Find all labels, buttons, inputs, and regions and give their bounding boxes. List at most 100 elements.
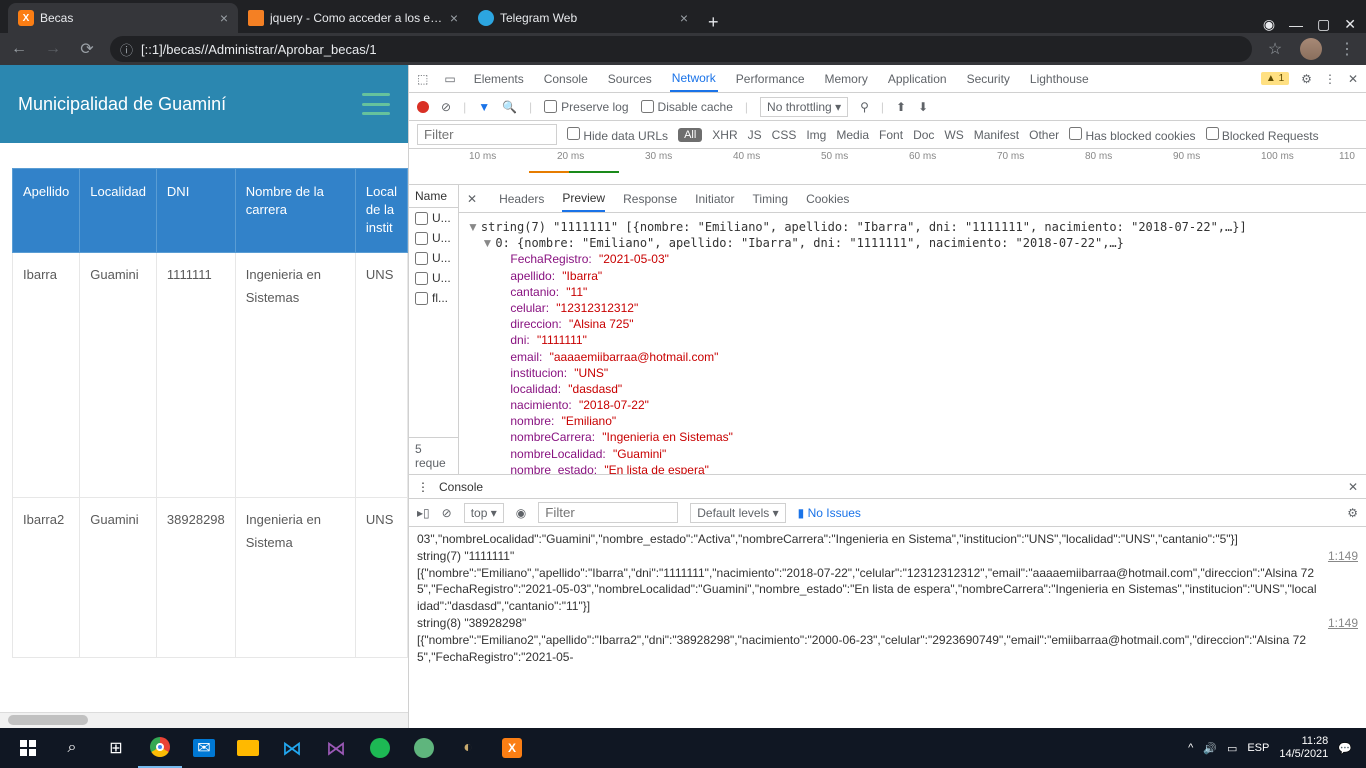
console-label[interactable]: Console [439,480,483,494]
tab-security[interactable]: Security [965,65,1012,92]
col-carrera[interactable]: Nombre de la carrera [235,169,355,253]
wifi-icon[interactable]: ⚲ [860,100,869,114]
tab-timing[interactable]: Timing [753,185,789,212]
tab-cookies[interactable]: Cookies [806,185,849,212]
browser-tab[interactable]: Telegram Web × [468,3,698,33]
forward-icon[interactable]: → [42,40,64,58]
col-apellido[interactable]: Apellido [13,169,80,253]
clear-console-icon[interactable]: ⊘ [442,506,452,520]
back-icon[interactable]: ← [8,40,30,58]
warning-badge[interactable]: ▲ 1 [1261,72,1289,85]
volume-icon[interactable]: 🔊 [1203,742,1217,755]
throttling-select[interactable]: No throttling ▾ [760,97,848,117]
language-indicator[interactable]: ESP [1247,742,1269,754]
search-icon[interactable]: ⌕ [50,728,94,768]
tab-network[interactable]: Network [670,65,718,92]
filter-all[interactable]: All [678,128,702,142]
col-localidad[interactable]: Localidad [80,169,157,253]
close-devtools-icon[interactable]: ✕ [1348,72,1358,86]
levels-select[interactable]: Default levels ▾ [690,503,785,523]
tab-headers[interactable]: Headers [499,185,544,212]
filter-other[interactable]: Other [1029,128,1059,142]
clear-icon[interactable]: ⊘ [441,100,451,114]
hamburger-icon[interactable] [362,93,390,115]
search-icon[interactable]: 🔍 [502,100,517,114]
no-issues-badge[interactable]: ▮ No Issues [798,506,861,520]
menu-icon[interactable]: ⋮ [1336,39,1358,59]
upload-icon[interactable]: ⬆ [896,100,906,114]
close-detail-icon[interactable]: ✕ [467,192,477,206]
tab-memory[interactable]: Memory [823,65,870,92]
gear-icon[interactable]: ⚙ [1347,506,1358,520]
device-icon[interactable]: ▭ [444,72,455,86]
chrome-icon[interactable] [138,728,182,768]
star-icon[interactable]: ☆ [1264,39,1286,59]
eye-icon[interactable]: ◉ [516,506,526,520]
close-window-icon[interactable]: ✕ [1344,16,1356,33]
tab-initiator[interactable]: Initiator [695,185,734,212]
network-timeline[interactable]: 10 ms 20 ms 30 ms 40 ms 50 ms 60 ms 70 m… [409,149,1366,185]
col-dni[interactable]: DNI [156,169,235,253]
close-icon[interactable]: × [450,10,458,26]
notifications-icon[interactable]: 💬 [1338,742,1352,755]
league-icon[interactable]: ◐ [446,728,490,768]
mail-icon[interactable]: ✉ [182,728,226,768]
hide-data-urls-checkbox[interactable]: Hide data URLs [567,127,668,143]
request-item[interactable]: U... [409,268,458,288]
table-row[interactable]: Ibarra Guamini 1111111 Ingenieria en Sis… [13,252,408,497]
tab-elements[interactable]: Elements [472,65,526,92]
filter-doc[interactable]: Doc [913,128,934,142]
tab-lighthouse[interactable]: Lighthouse [1028,65,1091,92]
filter-js[interactable]: JS [748,128,762,142]
record-icon[interactable] [417,101,429,113]
explorer-icon[interactable] [226,728,270,768]
close-drawer-icon[interactable]: ✕ [1348,480,1358,494]
close-icon[interactable]: × [220,10,228,26]
chevron-up-icon[interactable]: ^ [1188,742,1193,754]
request-item[interactable]: U... [409,208,458,228]
filter-manifest[interactable]: Manifest [974,128,1019,142]
tab-application[interactable]: Application [886,65,949,92]
minimize-icon[interactable]: — [1289,17,1303,33]
blocked-requests-checkbox[interactable]: Blocked Requests [1206,127,1319,143]
horizontal-scrollbar[interactable] [0,712,408,728]
request-item[interactable]: fl... [409,288,458,308]
preview-content[interactable]: ▼string(7) "1111111" [{nombre: "Emiliano… [459,213,1366,474]
spotify-icon[interactable] [358,728,402,768]
sidebar-toggle-icon[interactable]: ▸▯ [417,506,430,520]
filter-font[interactable]: Font [879,128,903,142]
gear-icon[interactable]: ⚙ [1301,72,1312,86]
tab-preview[interactable]: Preview [562,185,605,212]
maximize-icon[interactable]: ▢ [1317,16,1330,33]
more-icon[interactable]: ⋮ [1324,72,1336,86]
start-icon[interactable] [6,728,50,768]
filter-xhr[interactable]: XHR [712,128,737,142]
preserve-log-checkbox[interactable]: Preserve log [544,100,628,114]
disable-cache-checkbox[interactable]: Disable cache [641,100,733,114]
filter-toggle-icon[interactable]: ▼ [478,100,490,114]
filter-img[interactable]: Img [806,128,826,142]
close-icon[interactable]: × [680,10,688,26]
filter-ws[interactable]: WS [944,128,963,142]
filter-media[interactable]: Media [836,128,869,142]
atom-icon[interactable] [402,728,446,768]
browser-tab[interactable]: jquery - Como acceder a los elem × [238,3,468,33]
table-row[interactable]: Ibarra2 Guamini 38928298 Ingenieria en S… [13,497,408,657]
network-icon[interactable]: ▭ [1227,742,1237,755]
clock[interactable]: 11:28 14/5/2021 [1279,735,1328,761]
col-institucion[interactable]: Localde lainstit [355,169,407,253]
console-output[interactable]: 03","nombreLocalidad":"Guamini","nombre_… [409,527,1366,728]
request-item[interactable]: U... [409,248,458,268]
download-icon[interactable]: ⬇ [918,100,928,114]
filter-css[interactable]: CSS [772,128,797,142]
more-icon[interactable]: ⋮ [417,480,429,494]
request-item[interactable]: U... [409,228,458,248]
tab-console[interactable]: Console [542,65,590,92]
console-filter-input[interactable] [538,502,678,523]
task-view-icon[interactable]: ⊞ [94,728,138,768]
reload-icon[interactable]: ⟳ [76,39,98,59]
tab-response[interactable]: Response [623,185,677,212]
blocked-cookies-checkbox[interactable]: Has blocked cookies [1069,127,1195,143]
browser-tab[interactable]: X Becas × [8,3,238,33]
filter-input[interactable] [417,124,557,145]
